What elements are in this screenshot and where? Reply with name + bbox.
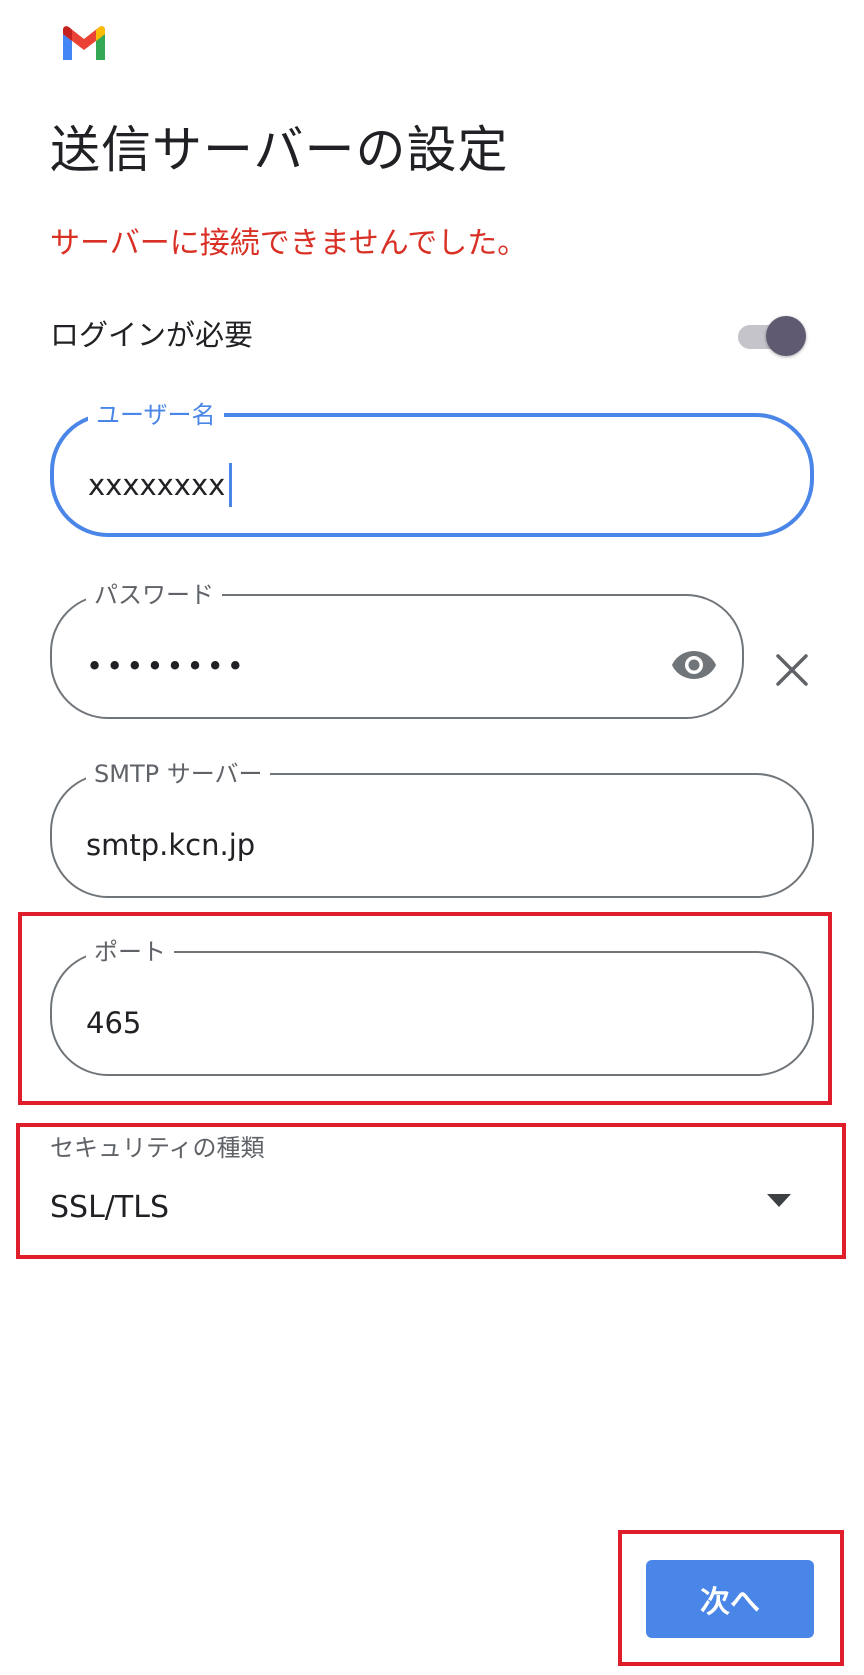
- port-value: 465: [86, 1006, 142, 1040]
- dropdown-arrow-icon[interactable]: [766, 1192, 792, 1208]
- login-required-toggle[interactable]: [738, 314, 808, 356]
- port-label: ポート: [94, 938, 166, 966]
- password-field[interactable]: パスワード ••••••••: [50, 583, 744, 719]
- page-title: 送信サーバーの設定: [50, 121, 509, 179]
- next-button[interactable]: 次へ: [646, 1560, 814, 1638]
- login-required-label: ログインが必要: [50, 318, 254, 352]
- error-message: サーバーに接続できませんでした。: [50, 226, 528, 261]
- smtp-server-value: smtp.kcn.jp: [86, 828, 256, 862]
- username-field[interactable]: ユーザー名 xxxxxxxx: [50, 403, 814, 537]
- text-cursor: [229, 463, 233, 507]
- password-value: ••••••••: [86, 649, 247, 683]
- password-label: パスワード: [94, 581, 214, 609]
- show-password-eye-icon[interactable]: [670, 647, 718, 683]
- security-type-label: セキュリティの種類: [50, 1134, 265, 1162]
- smtp-server-label: SMTP サーバー: [94, 760, 263, 788]
- gmail-logo-icon: [63, 26, 105, 60]
- smtp-server-field[interactable]: SMTP サーバー smtp.kcn.jp: [50, 762, 814, 898]
- security-type-select[interactable]: SSL/TLS: [50, 1190, 169, 1225]
- close-icon[interactable]: [772, 650, 812, 690]
- username-value: xxxxxxxx: [88, 468, 226, 502]
- username-label: ユーザー名: [96, 401, 216, 429]
- port-field[interactable]: ポート 465: [50, 940, 814, 1076]
- toggle-knob: [766, 316, 806, 356]
